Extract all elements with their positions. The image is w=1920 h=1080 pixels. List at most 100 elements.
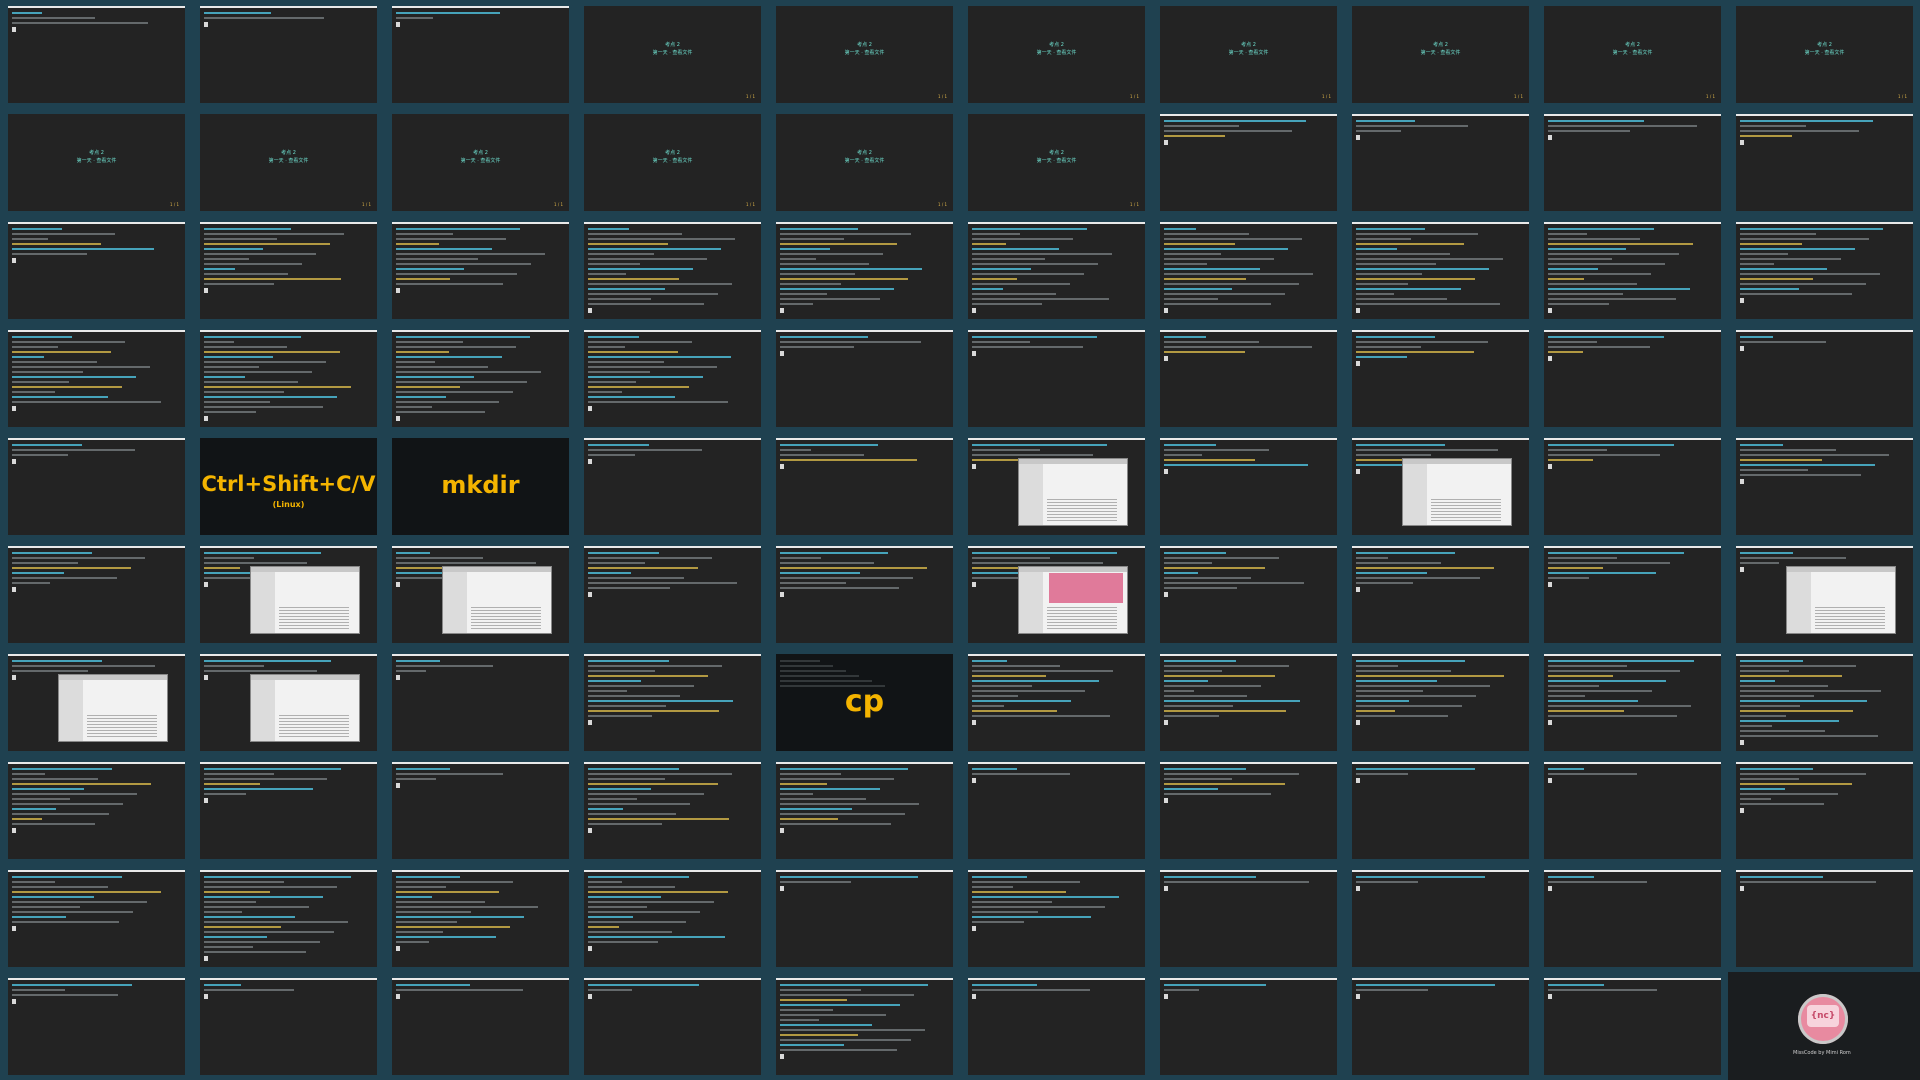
video-thumbnail[interactable] <box>968 222 1145 319</box>
video-thumbnail[interactable] <box>584 438 761 535</box>
video-thumbnail[interactable] <box>1352 222 1529 319</box>
video-thumbnail[interactable] <box>200 654 377 751</box>
video-thumbnail[interactable] <box>8 978 185 1075</box>
video-thumbnail[interactable]: mkdir <box>392 438 569 535</box>
video-thumbnail[interactable]: 考点 2 第一天 · 查看文件 1 / 1 <box>200 114 377 211</box>
video-thumbnail[interactable]: 考点 2 第一天 · 查看文件 1 / 1 <box>584 114 761 211</box>
video-thumbnail[interactable] <box>1544 222 1721 319</box>
video-thumbnail[interactable] <box>584 330 761 427</box>
file-row <box>1815 610 1885 611</box>
video-thumbnail[interactable] <box>1352 654 1529 751</box>
video-thumbnail[interactable] <box>776 330 953 427</box>
video-thumbnail[interactable] <box>1736 438 1913 535</box>
video-thumbnail[interactable] <box>1352 330 1529 427</box>
video-thumbnail[interactable]: 考点 2 第一天 · 查看文件 1 / 1 <box>392 114 569 211</box>
video-thumbnail[interactable] <box>1352 870 1529 967</box>
video-thumbnail[interactable] <box>776 870 953 967</box>
video-thumbnail[interactable] <box>1160 546 1337 643</box>
video-thumbnail[interactable] <box>8 762 185 859</box>
video-thumbnail[interactable]: 考点 2 第一天 · 查看文件 1 / 1 <box>776 114 953 211</box>
video-thumbnail[interactable] <box>1352 978 1529 1075</box>
video-thumbnail[interactable] <box>1544 114 1721 211</box>
video-thumbnail[interactable] <box>392 654 569 751</box>
video-thumbnail[interactable] <box>1160 978 1337 1075</box>
video-thumbnail[interactable]: 考点 2 第一天 · 查看文件 1 / 1 <box>1352 6 1529 103</box>
video-thumbnail[interactable] <box>8 870 185 967</box>
video-thumbnail[interactable] <box>392 978 569 1075</box>
video-thumbnail[interactable] <box>1544 762 1721 859</box>
video-thumbnail[interactable] <box>392 762 569 859</box>
video-thumbnail[interactable] <box>200 978 377 1075</box>
video-thumbnail[interactable] <box>200 870 377 967</box>
video-thumbnail[interactable] <box>968 438 1145 535</box>
video-thumbnail[interactable] <box>8 330 185 427</box>
video-thumbnail[interactable] <box>1352 114 1529 211</box>
video-thumbnail[interactable]: Ctrl+Shift+C/V (Linux) <box>200 438 377 535</box>
video-thumbnail[interactable]: 考点 2 第一天 · 查看文件 1 / 1 <box>8 114 185 211</box>
video-thumbnail[interactable] <box>584 654 761 751</box>
video-thumbnail[interactable] <box>1736 762 1913 859</box>
video-thumbnail[interactable] <box>968 654 1145 751</box>
video-thumbnail[interactable] <box>1352 438 1529 535</box>
video-thumbnail[interactable] <box>8 6 185 103</box>
video-thumbnail[interactable]: 考点 2 第一天 · 查看文件 1 / 1 <box>1736 6 1913 103</box>
video-thumbnail[interactable] <box>8 546 185 643</box>
video-thumbnail[interactable] <box>1736 114 1913 211</box>
video-thumbnail[interactable] <box>584 978 761 1075</box>
video-thumbnail[interactable] <box>1352 546 1529 643</box>
video-thumbnail[interactable] <box>8 654 185 751</box>
video-thumbnail[interactable] <box>776 978 953 1075</box>
video-thumbnail[interactable] <box>1544 438 1721 535</box>
video-thumbnail[interactable] <box>8 222 185 319</box>
video-thumbnail[interactable] <box>392 546 569 643</box>
video-thumbnail[interactable] <box>1352 762 1529 859</box>
video-thumbnail[interactable] <box>1544 654 1721 751</box>
video-thumbnail[interactable] <box>776 438 953 535</box>
video-thumbnail[interactable] <box>776 546 953 643</box>
video-thumbnail[interactable] <box>968 870 1145 967</box>
video-thumbnail[interactable] <box>1160 438 1337 535</box>
video-thumbnail[interactable] <box>1544 870 1721 967</box>
video-thumbnail[interactable] <box>1736 654 1913 751</box>
video-thumbnail[interactable] <box>1160 762 1337 859</box>
video-thumbnail[interactable] <box>200 546 377 643</box>
video-thumbnail[interactable] <box>392 222 569 319</box>
video-thumbnail[interactable] <box>968 546 1145 643</box>
video-thumbnail[interactable] <box>584 546 761 643</box>
video-thumbnail[interactable] <box>1736 870 1913 967</box>
video-thumbnail[interactable] <box>1736 546 1913 643</box>
video-thumbnail[interactable] <box>392 330 569 427</box>
video-thumbnail[interactable] <box>1736 222 1913 319</box>
video-thumbnail[interactable]: 考点 2 第一天 · 查看文件 1 / 1 <box>1544 6 1721 103</box>
video-thumbnail[interactable] <box>1160 222 1337 319</box>
video-thumbnail[interactable]: 考点 2 第一天 · 查看文件 1 / 1 <box>776 6 953 103</box>
video-thumbnail[interactable] <box>200 222 377 319</box>
video-thumbnail[interactable] <box>968 978 1145 1075</box>
video-thumbnail[interactable] <box>1736 330 1913 427</box>
video-thumbnail[interactable]: 考点 2 第一天 · 查看文件 1 / 1 <box>968 6 1145 103</box>
video-thumbnail[interactable] <box>776 222 953 319</box>
video-thumbnail[interactable] <box>1160 114 1337 211</box>
video-thumbnail[interactable] <box>8 438 185 535</box>
video-thumbnail[interactable] <box>584 222 761 319</box>
video-thumbnail[interactable]: 考点 2 第一天 · 查看文件 1 / 1 <box>1160 6 1337 103</box>
video-thumbnail[interactable] <box>776 762 953 859</box>
video-thumbnail[interactable] <box>1544 330 1721 427</box>
video-thumbnail[interactable] <box>1160 330 1337 427</box>
video-thumbnail[interactable] <box>1160 654 1337 751</box>
video-thumbnail[interactable] <box>200 330 377 427</box>
video-thumbnail[interactable] <box>1544 546 1721 643</box>
video-thumbnail[interactable] <box>200 762 377 859</box>
video-thumbnail[interactable]: 考点 2 第一天 · 查看文件 1 / 1 <box>968 114 1145 211</box>
video-thumbnail[interactable]: 考点 2 第一天 · 查看文件 1 / 1 <box>584 6 761 103</box>
video-thumbnail[interactable] <box>1160 870 1337 967</box>
video-thumbnail[interactable] <box>392 870 569 967</box>
video-thumbnail[interactable] <box>584 762 761 859</box>
video-thumbnail[interactable] <box>392 6 569 103</box>
video-thumbnail[interactable] <box>968 330 1145 427</box>
video-thumbnail[interactable] <box>968 762 1145 859</box>
video-thumbnail[interactable] <box>200 6 377 103</box>
video-thumbnail[interactable] <box>1544 978 1721 1075</box>
video-thumbnail[interactable]: cp <box>776 654 953 751</box>
video-thumbnail[interactable] <box>584 870 761 967</box>
